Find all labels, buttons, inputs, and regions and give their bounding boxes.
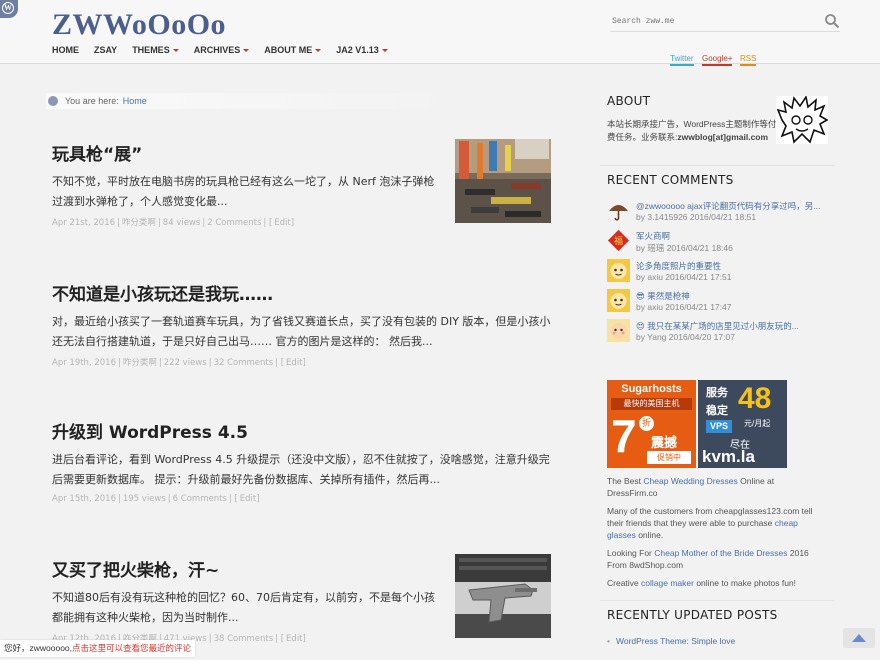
nav-item-themes[interactable]: THEMES [132, 45, 179, 55]
comment-meta: by 3.1415926 2016/04/21 18:51 [636, 212, 757, 222]
post-views: 84 views [162, 218, 201, 228]
breadcrumb-prefix: You are here: [65, 96, 119, 106]
nav-item-about[interactable]: ABOUT ME [264, 45, 322, 55]
back-to-top-button[interactable] [843, 628, 875, 648]
cartoon-face-avatar-icon [607, 259, 630, 282]
search-icon[interactable] [824, 13, 840, 29]
nav-item-home[interactable]: HOME [52, 45, 79, 55]
post-thumbnail-match-gun[interactable] [455, 554, 551, 638]
arrow-up-icon [852, 634, 866, 642]
post-excerpt: 不知道80后有没有玩这种枪的回忆？60、70后肯定有，以前穷，不是每个小孩都能拥… [52, 591, 435, 624]
recently-updated-heading: RECENTLY UPDATED POSTS [607, 608, 778, 622]
caret-down-icon [243, 48, 250, 52]
sponsored-links: The Best Cheap Wedding Dresses Online at… [607, 475, 822, 595]
post-title[interactable]: 不知道是小孩玩还是我玩…… [52, 280, 552, 305]
svg-text:福: 福 [614, 235, 623, 247]
baby-face-avatar-icon [607, 319, 630, 342]
site-logo[interactable]: ZWWoOoOo [52, 8, 226, 42]
post-meta: Apr 19th, 2016 | 咋分类啊 | 222 views | 32 Comment… [52, 358, 306, 368]
twitter-link[interactable]: Twitter [670, 54, 694, 66]
location-icon [48, 96, 58, 106]
post-title[interactable]: 升级到 WordPress 4.5 [52, 418, 552, 443]
post-comments-link[interactable]: 2 Comments [207, 218, 261, 228]
sponsored-text: Creative collage maker online to make ph… [607, 578, 797, 588]
search-input[interactable] [610, 12, 810, 31]
post-meta: Apr 15th, 2016 | 195 views | 6 Comments | [Ed… [52, 494, 260, 504]
sponsored-text: Looking For Cheap Mother of the Bride Dr… [607, 548, 809, 570]
about-text: 本站长期承接广告，WordPress主题制作等付费任务。业务联系:zwwblog… [607, 119, 777, 142]
recent-comment-item: 福 军火商啊 by 瑶瑶 2016/04/21 18:46 [607, 229, 847, 255]
post-comments-link[interactable]: 38 Comments [214, 634, 274, 644]
search-box [610, 12, 840, 32]
updated-post-link[interactable]: WordPress Theme: Simple love [616, 636, 735, 646]
sugarhosts-ad-banner[interactable]: Sugarhosts 最快的美国主机 7 折 震撼 促销中 [607, 380, 696, 468]
wordpress-logo-icon[interactable]: W [0, 0, 18, 18]
post-date: Apr 19th, 2016 [52, 358, 116, 368]
about-heading: ABOUT [607, 94, 651, 108]
post-thumbnail-toy-guns[interactable] [455, 139, 551, 223]
about-email: zwwblog[at]gmail.com [677, 132, 769, 142]
main-nav: HOME ZSAY THEMES ARCHIVES ABOUT ME JA2 V… [52, 45, 403, 55]
fu-character-avatar-icon: 福 [607, 229, 630, 252]
recent-comment-item: @zwwooooo ajax评论翻页代码有分享过吗，另... by 3.1415… [607, 199, 847, 225]
post-comments-link[interactable]: 32 Comments [214, 358, 274, 368]
kvm-la-ad-banner[interactable]: 服务 稳定 VPS 48 元/月起 尽在 kvm.la [698, 380, 787, 468]
author-avatar [776, 96, 828, 144]
post-views: 195 views [122, 494, 166, 504]
nav-item-archives[interactable]: ARCHIVES [194, 45, 250, 55]
sponsored-link[interactable]: Cheap Mother of the Bride Dresses [654, 548, 787, 558]
recent-comments-toast: 您好，zwwooooo,点击这里可以查看您最近的评论 [0, 640, 196, 657]
post-date: Apr 15th, 2016 [52, 494, 116, 504]
comment-link[interactable]: 论多角度照片的重要性 [636, 260, 848, 272]
post-views: 222 views [163, 358, 207, 368]
rss-link[interactable]: RSS [740, 54, 757, 66]
recent-comment-item: 论多角度照片的重要性 by axiu 2016/04/21 17:51 [607, 259, 847, 285]
sponsored-text: Many of the customers from cheapglasses1… [607, 506, 813, 540]
comment-link[interactable]: 军火商啊 [636, 230, 848, 242]
comment-link[interactable]: @zwwooooo ajax评论翻页代码有分享过吗，另... [636, 200, 848, 212]
comment-meta: by axiu 2016/04/21 17:47 [636, 302, 732, 312]
cartoon-face-avatar-icon [607, 289, 630, 312]
nav-item-ja2[interactable]: JA2 V1.13 [336, 45, 388, 55]
post-edit-link[interactable]: Edit [286, 634, 302, 644]
toast-link[interactable]: 点击这里可以查看您最近的评论 [72, 643, 191, 653]
comment-link[interactable]: 😍 我只在某某广场的店里见过小朋友玩的... [636, 320, 848, 332]
divider [600, 600, 835, 601]
recent-comment-item: 😎 果然是枪神 by axiu 2016/04/21 17:47 [607, 289, 847, 315]
post-date: Apr 21st, 2016 [52, 218, 116, 228]
post-item: 不知道是小孩玩还是我玩…… 对，最近给小孩买了一套轨道赛车玩具，为了省钱又赛道长… [52, 280, 552, 368]
google-plus-link[interactable]: Google+ [702, 54, 733, 66]
caret-down-icon [172, 48, 179, 52]
sponsored-text: The Best Cheap Wedding Dresses Online at… [607, 476, 775, 498]
comment-meta: by Yang 2016/04/20 17:07 [636, 332, 735, 342]
post-edit-link[interactable]: Edit [286, 358, 302, 368]
sponsored-link[interactable]: Cheap Wedding Dresses [643, 476, 737, 486]
post-category-link[interactable]: 咋分类啊 [123, 358, 157, 368]
caret-down-icon [315, 48, 322, 52]
nav-item-zsay[interactable]: ZSAY [94, 45, 117, 55]
umbrella-avatar-icon [609, 205, 628, 221]
post-excerpt: 对，最近给小孩买了一套轨道赛车玩具，为了省钱又赛道长点，买了没有包装的 DIY … [52, 315, 551, 348]
comment-meta: by 瑶瑶 2016/04/21 18:46 [636, 243, 733, 253]
sponsored-link[interactable]: collage maker [641, 578, 694, 588]
comment-meta: by axiu 2016/04/21 17:51 [636, 272, 732, 282]
post-item: 升级到 WordPress 4.5 进后台看评论，看到 WordPress 4.… [52, 418, 552, 504]
comment-link[interactable]: 😎 果然是枪神 [636, 290, 848, 302]
post-excerpt: 进后台看评论，看到 WordPress 4.5 升级提示（还没中文版），忍不住就… [52, 453, 550, 486]
divider [600, 165, 835, 166]
breadcrumb: You are here: Home [46, 93, 466, 109]
post-comments-link[interactable]: 6 Comments [173, 494, 227, 504]
recent-comment-item: 😍 我只在某某广场的店里见过小朋友玩的... by Yang 2016/04/2… [607, 319, 847, 345]
post-edit-link[interactable]: Edit [240, 494, 256, 504]
post-excerpt: 不知不觉，平时放在电脑书房的玩具枪已经有这么一坨了，从 Nerf 泡沫子弹枪过渡… [52, 175, 435, 208]
recent-comments-heading: RECENT COMMENTS [607, 173, 734, 187]
post-edit-link[interactable]: Edit [274, 218, 290, 228]
breadcrumb-home-link[interactable]: Home [123, 96, 147, 106]
caret-down-icon [381, 48, 388, 52]
post-category-link[interactable]: 咋分类啊 [122, 218, 156, 228]
recently-updated-list: • WordPress Theme: Simple love [607, 636, 736, 646]
